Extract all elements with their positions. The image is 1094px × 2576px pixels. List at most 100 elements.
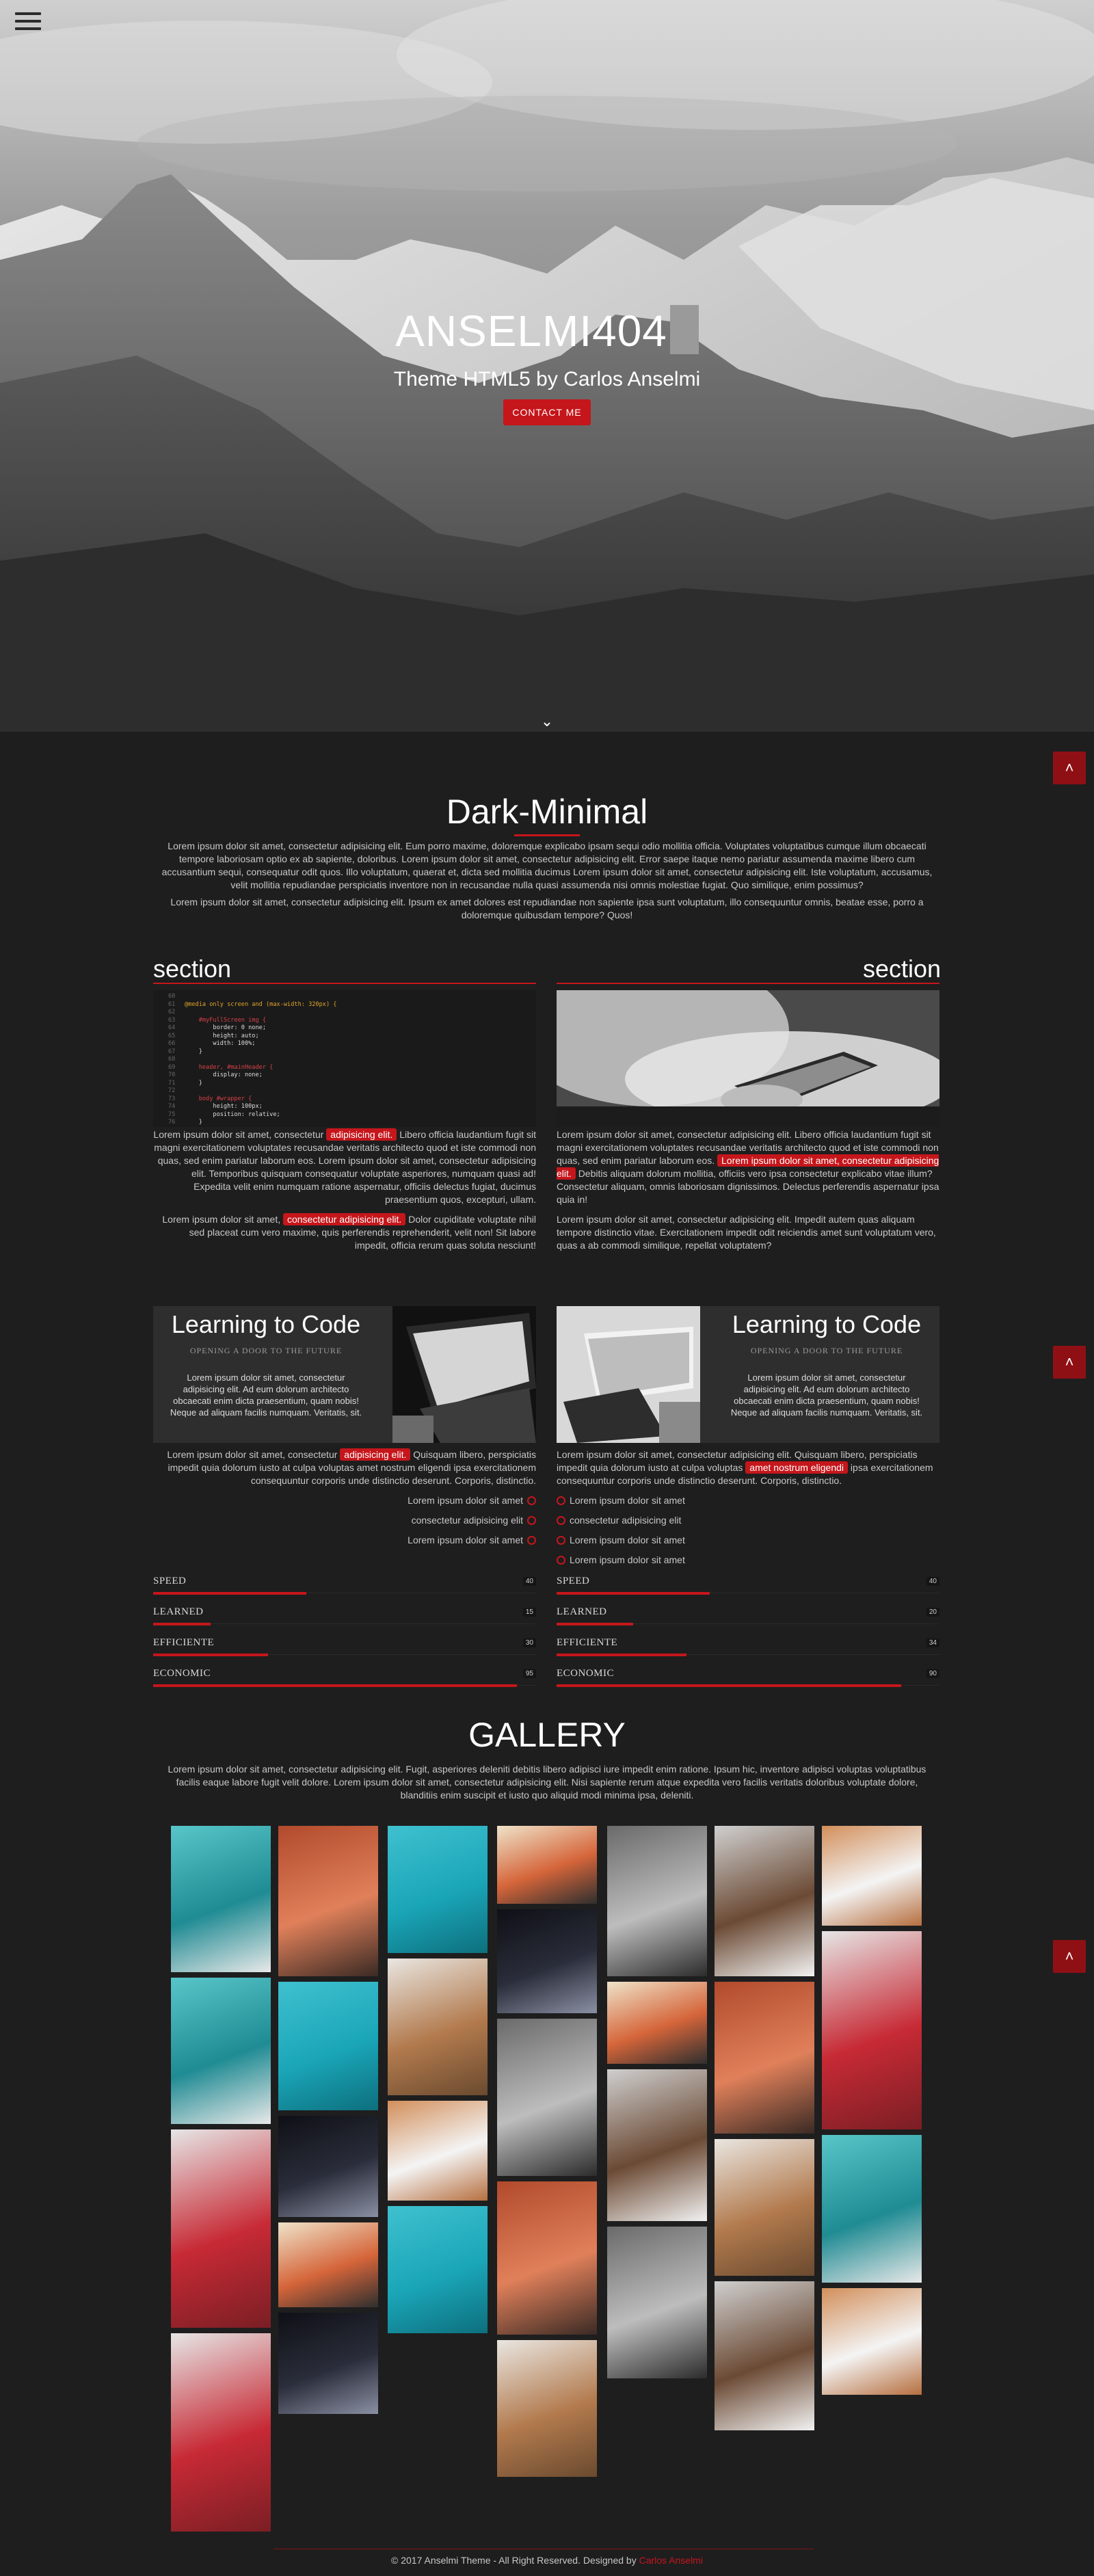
list-item: Lorem ipsum dolor sit amet	[557, 1550, 762, 1570]
circle-icon	[557, 1496, 565, 1505]
chevron-up-icon: ˄	[1065, 1353, 1074, 1370]
card-right-paragraph: Lorem ipsum dolor sit amet, consectetur …	[557, 1449, 933, 1486]
intro-paragraph-1: Lorem ipsum dolor sit amet, consectetur …	[161, 840, 933, 890]
gallery-image-hall[interactable]	[607, 2069, 707, 2221]
learning-card-left[interactable]: Learning to Code OPENING A DOOR TO THE F…	[153, 1306, 536, 1443]
code-text: height: 100px;	[185, 1103, 263, 1110]
list-item: Lorem ipsum dolor sit amet	[383, 1530, 536, 1550]
gallery-image-girl[interactable]	[607, 1982, 707, 2064]
chevron-up-icon: ˄	[1065, 1948, 1074, 1965]
code-text: width: 100%;	[185, 1040, 256, 1047]
line-number: 71	[168, 1079, 176, 1087]
circle-icon	[527, 1496, 536, 1505]
code-text: }	[185, 1048, 202, 1055]
skill-learned: LEARNED 20	[557, 1606, 939, 1627]
gallery-image-hall[interactable]	[715, 1826, 814, 1976]
gallery-image-city[interactable]	[497, 2019, 597, 2176]
scroll-top-button-2[interactable]: ˄	[1053, 1346, 1086, 1379]
gallery-image-shelf[interactable]	[388, 1958, 488, 2095]
skill-efficiente: EFFICIENTE 34	[557, 1637, 939, 1658]
skill-value: 90	[926, 1669, 939, 1678]
gallery-image-snow[interactable]	[822, 1931, 922, 2129]
hero-banner: ANSELMI404 Theme HTML5 by Carlos Anselmi…	[0, 0, 1094, 732]
gallery-image-phone[interactable]	[388, 2101, 488, 2201]
gallery-description: Lorem ipsum dolor sit amet, consectetur …	[168, 1764, 926, 1801]
code-text: height: auto;	[185, 1032, 259, 1039]
circle-icon	[557, 1516, 565, 1525]
gallery-image-girl[interactable]	[278, 2222, 378, 2307]
skill-economic: ECONOMIC 90	[557, 1668, 939, 1688]
skill-label: EFFICIENTE	[557, 1637, 618, 1648]
gallery-image-hand[interactable]	[497, 2181, 597, 2335]
skill-value: 40	[926, 1577, 939, 1586]
highlight-badge: adipisicing elit.	[326, 1128, 397, 1141]
skill-efficiente: EFFICIENTE 30	[153, 1637, 536, 1658]
skill-speed: SPEED 40	[557, 1576, 939, 1596]
code-text: body #wrapper {	[185, 1095, 252, 1102]
gallery-image-snow[interactable]	[171, 2333, 271, 2532]
gallery-image-city[interactable]	[607, 1826, 707, 1976]
skill-label: ECONOMIC	[557, 1668, 615, 1679]
gallery-image-phone[interactable]	[822, 2288, 922, 2395]
gallery-image-city[interactable]	[607, 2227, 707, 2378]
card-title: Learning to Code	[171, 1310, 361, 1338]
gallery-image-bear[interactable]	[171, 1978, 271, 2124]
line-number: 65	[168, 1032, 176, 1039]
list-item: Lorem ipsum dolor sit amet	[383, 1491, 536, 1511]
list-item: consectetur adipisicing elit	[557, 1511, 762, 1530]
code-text: }	[185, 1119, 202, 1126]
section-right-paragraph-1: Lorem ipsum dolor sit amet, consectetur …	[557, 1129, 939, 1205]
contact-me-button[interactable]: CONTACT ME	[503, 399, 591, 425]
line-number: 76	[168, 1119, 176, 1126]
gallery-image-hall[interactable]	[715, 2281, 814, 2430]
gallery-image-bear[interactable]	[822, 2135, 922, 2283]
scroll-top-button-1[interactable]: ˄	[1053, 752, 1086, 784]
gallery-image-pool[interactable]	[388, 1826, 488, 1953]
skill-label: LEARNED	[153, 1606, 204, 1617]
skill-economic: ECONOMIC 95	[153, 1668, 536, 1688]
circle-icon	[527, 1536, 536, 1545]
author-link[interactable]: Carlos Anselmi	[639, 2555, 703, 2566]
gallery-image-camera[interactable]	[278, 2116, 378, 2217]
line-number: 67	[168, 1048, 176, 1055]
gallery-image-bear[interactable]	[171, 1826, 271, 1972]
card-tagline: OPENING A DOOR TO THE FUTURE	[750, 1346, 903, 1355]
skill-learned: LEARNED 15	[153, 1606, 536, 1627]
skill-label: SPEED	[153, 1576, 187, 1586]
intro-paragraph-2: Lorem ipsum dolor sit amet, consectetur …	[170, 897, 924, 920]
skill-value: 30	[522, 1638, 536, 1647]
gallery-image-pool[interactable]	[278, 1982, 378, 2110]
section-rule-right	[557, 983, 939, 984]
gallery-image-shelf[interactable]	[497, 2340, 597, 2477]
section-heading-left: section	[153, 955, 232, 983]
list-item: consectetur adipisicing elit	[383, 1511, 536, 1530]
code-text: display: none;	[185, 1072, 263, 1078]
gallery-image-hand[interactable]	[715, 1982, 814, 2134]
section-left-paragraph-2: Lorem ipsum dolor sit amet, consectetur …	[162, 1213, 536, 1251]
gallery-image-hand[interactable]	[278, 1826, 378, 1976]
gallery-image-girl[interactable]	[497, 1826, 597, 1904]
skill-track	[153, 1623, 536, 1624]
gallery-image-snow[interactable]	[171, 2129, 271, 2328]
tablet-hands-photo	[557, 990, 939, 1127]
learning-card-right[interactable]: Learning to Code OPENING A DOOR TO THE F…	[557, 1306, 939, 1443]
scroll-top-button-3[interactable]: ˄	[1053, 1940, 1086, 1973]
skill-bar	[557, 1592, 710, 1595]
section-right-paragraph-2: Lorem ipsum dolor sit amet, consectetur …	[557, 1214, 936, 1251]
circle-icon	[557, 1556, 565, 1565]
gallery-image-camera[interactable]	[278, 2313, 378, 2414]
gallery-image-phone[interactable]	[822, 1826, 922, 1926]
section-left-paragraph-1: Lorem ipsum dolor sit amet, consectetur …	[153, 1128, 536, 1205]
menu-icon[interactable]	[15, 12, 41, 33]
gallery-image-pool[interactable]	[388, 2206, 488, 2333]
section-heading-right: section	[863, 955, 942, 983]
section-rule-left	[153, 983, 536, 984]
line-number: 68	[168, 1056, 176, 1063]
skill-value: 40	[522, 1577, 536, 1586]
skill-bar	[153, 1592, 306, 1595]
chevron-down-icon[interactable]: ⌄	[537, 713, 557, 730]
gallery-image-shelf[interactable]	[715, 2139, 814, 2276]
gallery-image-camera[interactable]	[497, 1909, 597, 2013]
keyboard-illustration	[557, 1306, 700, 1443]
hero-title: ANSELMI404	[0, 305, 1094, 356]
